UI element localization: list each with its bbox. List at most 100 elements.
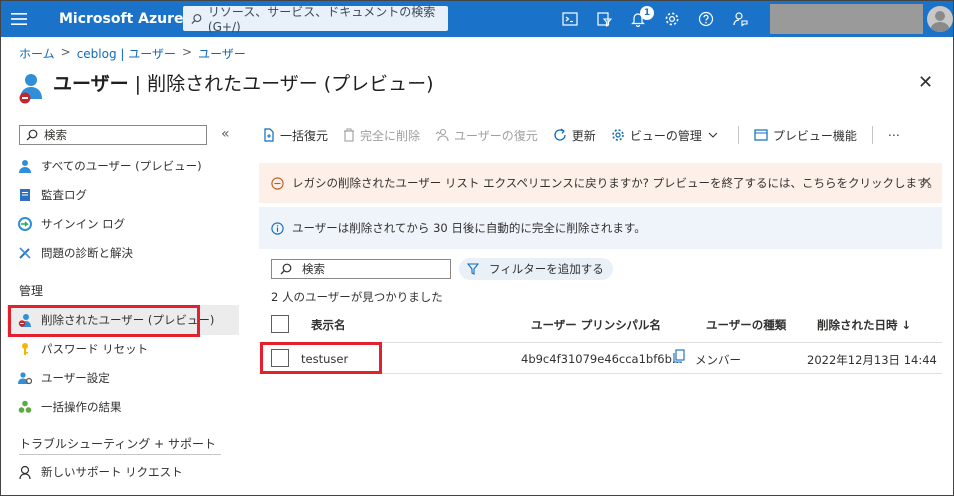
close-icon[interactable]: ✕ [921,175,932,190]
close-icon[interactable]: ✕ [918,72,933,93]
sidebar-item-password-reset[interactable]: パスワード リセット [17,336,148,362]
search-icon [191,13,202,24]
brand-title[interactable]: Microsoft Azure [59,11,184,27]
preview-features-button[interactable]: プレビュー機能 [754,127,857,144]
deleted-user-title-icon [17,71,45,105]
settings-gear-icon[interactable] [655,1,689,37]
help-icon[interactable] [689,1,723,37]
divider [19,454,221,455]
global-search-input[interactable]: リソース、サービス、ドキュメントの検索 (G+/) [183,5,448,34]
user-settings-icon [17,370,33,386]
sidebar-item-user-settings[interactable]: ユーザー設定 [17,365,110,391]
user-icon [17,158,33,174]
add-filter-label: フィルターを追加する [489,262,604,276]
bulk-icon [17,399,33,415]
view-manage-label: ビューの管理 [629,128,702,143]
column-display-name[interactable]: 表示名 [311,317,346,333]
column-user-type[interactable]: ユーザーの種類 [706,317,786,333]
select-all-checkbox[interactable] [271,315,289,333]
top-bar: Microsoft Azure リソース、サービス、ドキュメントの検索 (G+/… [1,1,953,37]
sidebar-item-label: サインイン ログ [41,217,126,231]
breadcrumb-ceblog-users[interactable]: ceblog | ユーザー [77,45,176,62]
azure-portal-window: Microsoft Azure リソース、サービス、ドキュメントの検索 (G+/… [0,0,954,496]
title-more-icon[interactable]: … [408,72,422,88]
restore-user-icon [435,128,449,142]
breadcrumb: ホーム > ceblog | ユーザー > ユーザー [19,45,246,62]
restore-user-label: ユーザーの復元 [454,128,538,143]
filter-icon [467,263,479,275]
column-upn[interactable]: ユーザー プリンシパル名 [531,317,661,333]
add-filter-button[interactable]: フィルターを追加する [459,258,613,280]
page-title: ユーザー | 削除されたユーザー (プレビュー) [53,69,434,96]
copy-icon[interactable] [673,349,685,366]
signin-icon [17,216,33,232]
row-upn: 4b9c4f31079e46cca1bf6b... [521,352,683,366]
log-icon [17,187,33,203]
row-deleted-date: 2022年12月13日 14:44 [807,353,937,367]
support-icon [17,464,33,480]
feedback-icon[interactable] [723,1,757,37]
sidebar-item-label: 監査ログ [41,188,87,202]
account-info-redacted[interactable] [770,4,923,34]
toolbar-separator [737,126,739,144]
table-search-placeholder: 検索 [302,262,325,276]
search-icon [26,129,38,141]
key-icon [17,341,33,357]
gear-icon [612,129,624,141]
sidebar-item-label: すべてのユーザー (プレビュー) [41,159,202,173]
section-support-heading: トラブルシューティング + サポート [19,437,216,451]
breadcrumb-separator: > [60,45,71,59]
legacy-experience-banner[interactable]: レガシの削除されたユーザー リスト エクスペリエンスに戻りますか? プレビューを… [259,163,942,203]
sidebar-item-label: 新しいサポート リクエスト [41,465,183,479]
page-title-main: ユーザー [53,73,129,95]
sidebar-item-label: 問題の診断と解決 [41,246,133,260]
preview-features-label: プレビュー機能 [772,128,857,143]
page-title-sub: | 削除されたユーザー (プレビュー) [128,73,434,95]
delete-permanently-label: 完全に削除 [360,128,421,143]
sidebar-item-bulk-results[interactable]: 一括操作の結果 [17,394,122,420]
preview-icon [754,129,768,141]
search-icon [280,263,292,275]
table-search-input[interactable]: 検索 [271,259,451,279]
view-manage-button[interactable]: ビューの管理 [611,127,723,144]
row-user-type: メンバー [695,353,741,367]
breadcrumb-home[interactable]: ホーム [19,45,55,62]
auto-delete-info-banner: ユーザーは削除されてから 30 日後に自動的に完全に削除されます。 [259,207,942,249]
more-options-button[interactable]: ⋯ [888,128,900,142]
highlight-box-sidebar [8,305,200,337]
command-toolbar: 一括復元 完全に削除 ユーザーの復元 更新 ビューの管理 プレビュー機能 ⋯ [263,125,915,145]
directory-filter-icon[interactable] [587,1,621,37]
bulk-restore-button[interactable]: 一括復元 [263,127,328,144]
sidebar-item-label: パスワード リセット [41,342,149,356]
breadcrumb-separator: > [182,45,193,59]
cloud-shell-icon[interactable] [553,1,587,37]
refresh-icon [554,128,566,141]
toolbar-separator [871,126,873,144]
notification-badge: 1 [640,6,654,20]
sidebar-item-new-support-request[interactable]: 新しいサポート リクエスト [17,459,183,485]
chevron-down-icon [708,132,718,138]
restore-file-icon [264,128,274,142]
collapse-sidebar-icon[interactable]: « [221,126,230,142]
trash-icon [344,128,355,142]
info-icon [271,221,284,235]
sidebar-item-all-users[interactable]: すべてのユーザー (プレビュー) [17,153,202,179]
column-deleted-date[interactable]: 削除された日時 ↓ [817,317,911,333]
refresh-button[interactable]: 更新 [553,127,596,144]
hamburger-menu-icon[interactable] [1,1,37,37]
notifications-icon[interactable]: 1 [621,1,655,37]
sidebar-search-input[interactable]: 検索 [19,125,207,145]
sidebar-item-audit-log[interactable]: 監査ログ [17,182,87,208]
table-header: 表示名 ユーザー プリンシパル名 ユーザーの種類 削除された日時 ↓ [259,307,942,343]
wrench-icon [17,245,33,261]
delete-permanently-button[interactable]: 完全に削除 [343,127,420,144]
breadcrumb-users[interactable]: ユーザー [198,45,246,62]
global-search-placeholder: リソース、サービス、ドキュメントの検索 (G+/) [207,5,436,34]
refresh-label: 更新 [571,128,596,143]
avatar[interactable] [927,6,953,32]
sidebar-item-signin-log[interactable]: サインイン ログ [17,211,125,237]
restore-user-button[interactable]: ユーザーの復元 [435,127,538,144]
sidebar-item-diagnose[interactable]: 問題の診断と解決 [17,240,133,266]
sidebar-item-label: ユーザー設定 [41,371,110,385]
legacy-banner-text: レガシの削除されたユーザー リスト エクスペリエンスに戻りますか? プレビューを… [292,176,939,190]
